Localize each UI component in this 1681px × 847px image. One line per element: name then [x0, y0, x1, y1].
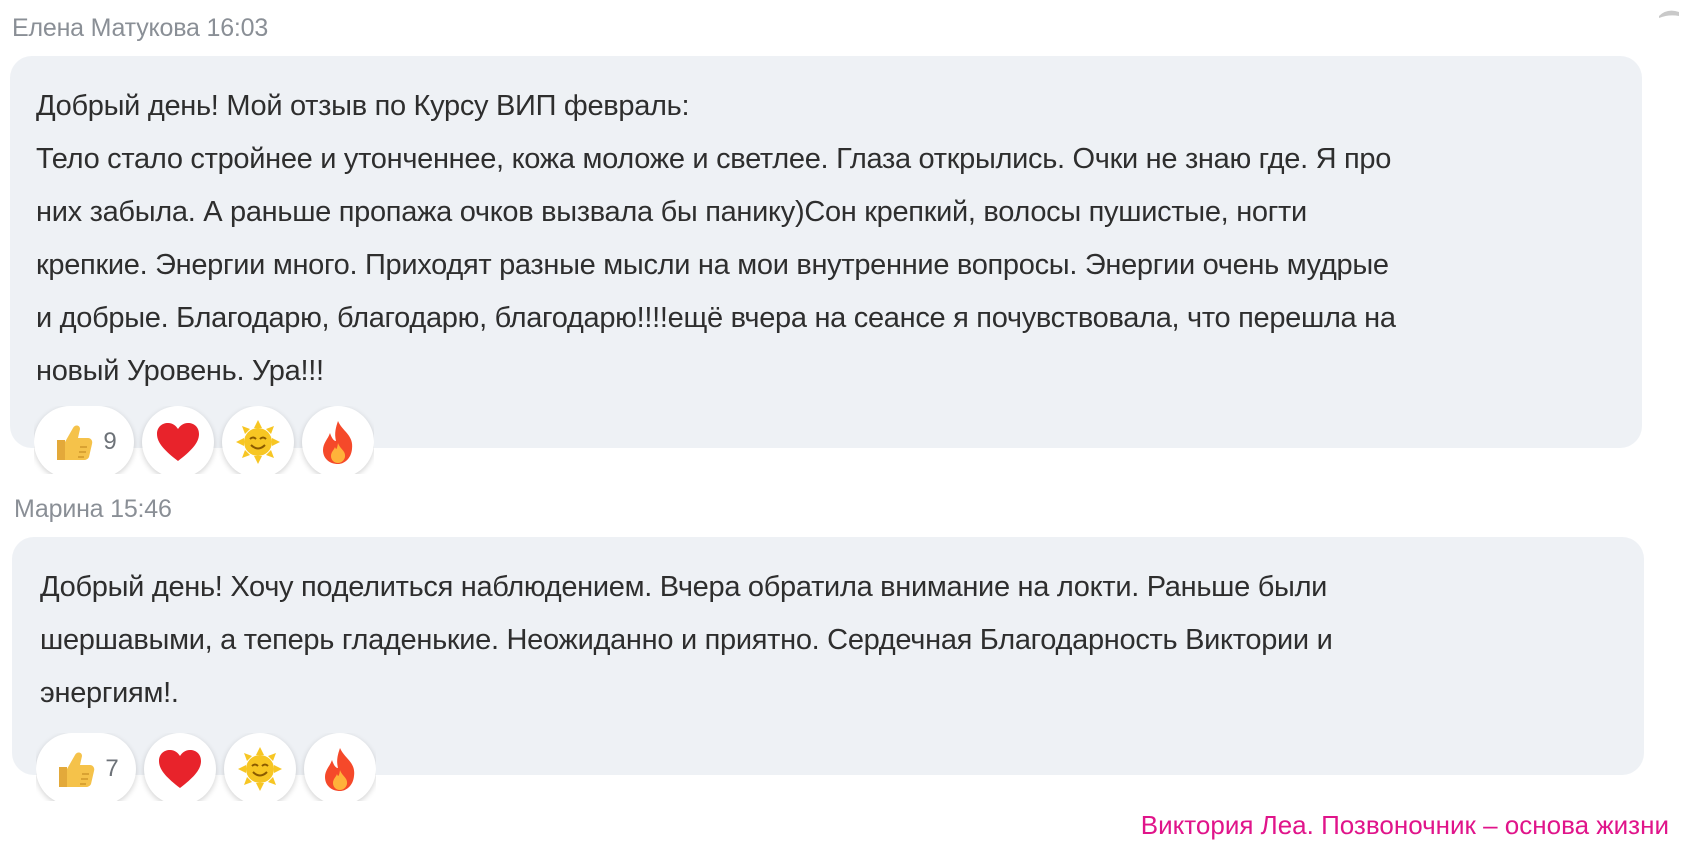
- message-time: 16:03: [206, 14, 269, 42]
- message-time: 15:46: [110, 495, 172, 523]
- reactions-bar: 7: [36, 733, 376, 801]
- reaction-thumbs-up[interactable]: 9: [34, 406, 134, 474]
- reaction-thumbs-up[interactable]: 7: [36, 733, 136, 801]
- watermark-text: Виктория Леа. Позвоночник – основа жизни: [1140, 810, 1669, 840]
- reactions-bar: 9: [34, 406, 374, 474]
- author-name[interactable]: Марина: [14, 495, 104, 523]
- reaction-sun-smile[interactable]: [222, 406, 294, 474]
- reaction-sun-smile[interactable]: [224, 733, 296, 801]
- heart-icon: [157, 748, 203, 790]
- message-text: Добрый день! Хочу поделиться наблюдением…: [40, 571, 1333, 709]
- reaction-heart[interactable]: [144, 733, 216, 801]
- sun-smile-icon: [237, 746, 283, 792]
- sun-smile-icon: [235, 419, 281, 465]
- thumbs-up-icon: [51, 420, 95, 464]
- corner-decoration-icon: [1659, 10, 1679, 18]
- reaction-heart[interactable]: [142, 406, 214, 474]
- message-meta: Марина 15:46: [14, 495, 172, 524]
- author-name[interactable]: Елена Матукова: [12, 14, 200, 42]
- message-meta: Елена Матукова 16:03: [12, 14, 268, 43]
- reaction-fire[interactable]: [302, 406, 374, 474]
- reaction-fire[interactable]: [304, 733, 376, 801]
- message-bubble: Добрый день! Мой отзыв по Курсу ВИП февр…: [10, 56, 1642, 448]
- message-text: Добрый день! Мой отзыв по Курсу ВИП февр…: [36, 90, 1396, 387]
- reaction-count: 9: [103, 428, 117, 455]
- thumbs-up-icon: [53, 747, 97, 791]
- fire-icon: [320, 746, 360, 792]
- reaction-count: 7: [105, 755, 119, 782]
- heart-icon: [155, 421, 201, 463]
- fire-icon: [318, 419, 358, 465]
